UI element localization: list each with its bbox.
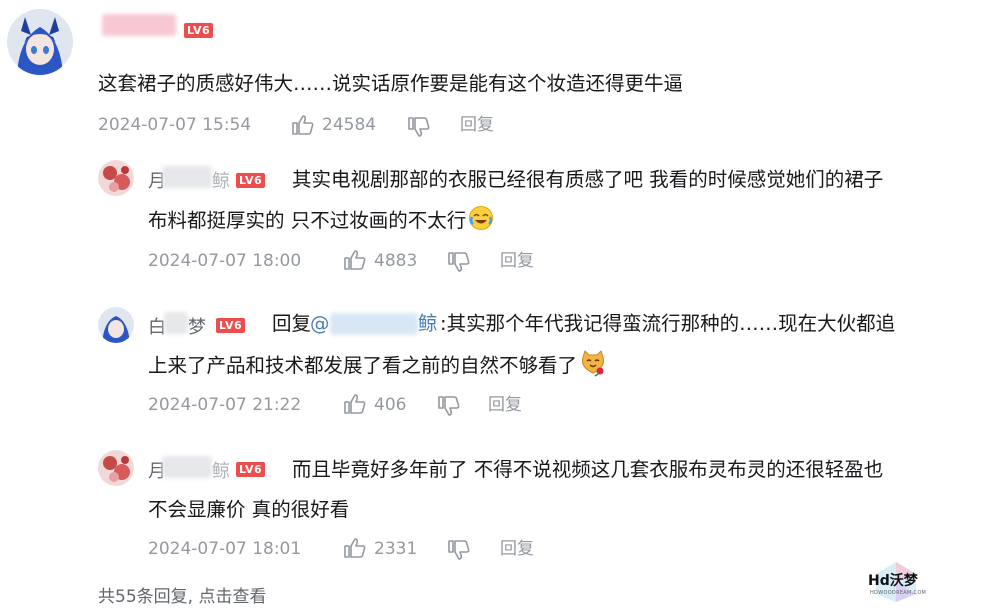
reply-button-reply-1[interactable]: 回复 [500, 250, 534, 272]
level-badge-main: LV6 [184, 23, 214, 38]
watermark-text: Hd沃梦 [868, 573, 918, 589]
username-reply-3-last[interactable]: 鲸 [212, 457, 230, 483]
username-reply-3-blurred[interactable] [162, 456, 212, 478]
thumb-up-icon[interactable] [292, 115, 314, 135]
thumb-up-icon[interactable] [344, 250, 366, 270]
comment-text-reply-1-line2: 布料都挺厚实的 只不过妆画的不太行 [148, 203, 494, 239]
like-count-reply-3: 2331 [374, 539, 418, 559]
comment-time-reply-3: 2024-07-07 18:01 [148, 539, 302, 559]
like-count-main: 24584 [322, 115, 377, 135]
comment-text-reply-1-line1: 其实电视剧那部的衣服已经很有质感了吧 我看的时候感觉她们的裙子 [292, 168, 884, 191]
thumb-up-icon[interactable] [344, 394, 366, 414]
more-replies-link[interactable]: 共55条回复, 点击查看 [98, 582, 266, 607]
reply-button-main[interactable]: 回复 [460, 114, 494, 136]
thumb-down-icon[interactable] [448, 252, 470, 272]
level-badge-reply-3: LV6 [236, 462, 266, 477]
reply-button-reply-2[interactable]: 回复 [488, 394, 522, 416]
username-reply-1-last[interactable]: 鲸 [212, 167, 230, 193]
username-main-blurred[interactable] [102, 14, 176, 36]
avatar-reply-2[interactable] [98, 307, 134, 343]
thumb-down-icon[interactable] [448, 540, 470, 560]
comment-time-reply-2: 2024-07-07 21:22 [148, 395, 302, 415]
comment-text-reply-2-line1: :其实那个年代我记得蛮流行那种的……现在大伙都追 [440, 312, 896, 335]
comment-text-reply-1-line2-text: 布料都挺厚实的 只不过妆画的不太行 [148, 209, 467, 232]
level-badge-reply-1: LV6 [236, 173, 266, 188]
reply-button-reply-3[interactable]: 回复 [500, 538, 534, 560]
comment-text-reply-3-line2: 不会显廉价 真的很好看 [148, 498, 350, 521]
like-count-reply-1: 4883 [374, 251, 418, 271]
comment-text-main: 这套裙子的质感好伟大……说实话原作要是能有这个妆造还得更牛逼 [98, 72, 684, 95]
thumb-down-icon[interactable] [438, 396, 460, 416]
emoji-cat-rose [579, 349, 607, 377]
avatar-main[interactable] [7, 9, 73, 75]
watermark-logo: Hd沃梦 HDWOODREAM.COM [866, 560, 926, 604]
emoji-laugh-cry [468, 205, 494, 231]
avatar-reply-1[interactable] [98, 160, 134, 196]
reply-prefix-reply-2: 回复 [272, 312, 312, 335]
like-count-reply-2: 406 [374, 395, 407, 415]
thumb-down-icon[interactable] [408, 117, 430, 137]
level-badge-reply-2: LV6 [216, 318, 246, 333]
mention-tail-reply-2[interactable]: 鲸 [418, 306, 438, 342]
comment-text-reply-2-line2: 上来了产品和技术都发展了看之前的自然不够看了 [148, 348, 607, 384]
avatar-reply-3[interactable] [98, 450, 134, 486]
thumb-up-icon[interactable] [344, 538, 366, 558]
mention-blurred-reply-2[interactable] [330, 313, 418, 335]
comment-time-reply-1: 2024-07-07 18:00 [148, 251, 302, 271]
username-reply-1-blurred[interactable] [162, 166, 212, 188]
comment-text-reply-3-line1: 而且毕竟好多年前了 不得不说视频这几套衣服布灵布灵的还很轻盈也 [292, 458, 884, 481]
mention-at-reply-2[interactable]: @ [310, 306, 330, 342]
username-reply-2-last[interactable]: 梦 [188, 313, 206, 339]
comment-time-main: 2024-07-07 15:54 [98, 115, 252, 135]
username-reply-2-blurred[interactable] [164, 312, 188, 334]
comment-text-reply-2-line2-text: 上来了产品和技术都发展了看之前的自然不够看了 [148, 354, 578, 377]
watermark-subtext: HDWOODREAM.COM [870, 590, 927, 596]
